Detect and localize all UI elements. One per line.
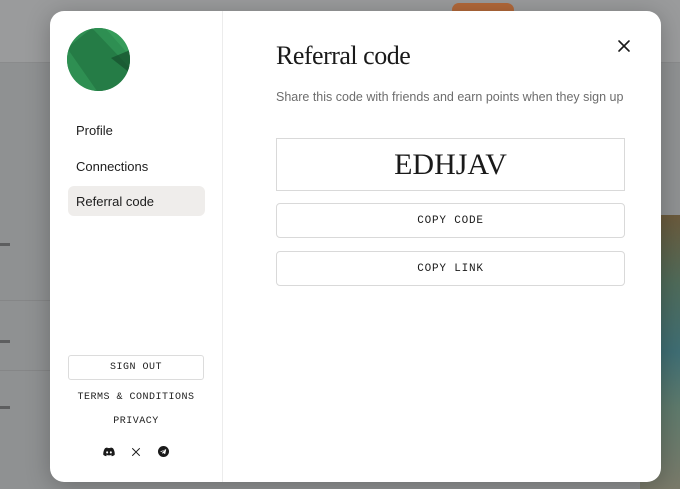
copy-code-button[interactable]: COPY CODE [276,203,625,238]
background-divider [0,370,50,371]
sidebar-item-label: Profile [76,122,113,138]
avatar [67,28,130,91]
background-text [0,340,10,343]
sidebar-item-referral-code[interactable]: Referral code [68,186,205,216]
page-title: Referral code [276,41,411,70]
telegram-icon[interactable] [157,445,170,458]
background-text [0,243,10,246]
page-subtitle: Share this code with friends and earn po… [276,90,624,104]
x-icon[interactable] [130,445,143,458]
privacy-link[interactable]: PRIVACY [50,416,222,427]
sign-out-button[interactable]: SIGN OUT [68,355,204,380]
terms-link[interactable]: TERMS & CONDITIONS [50,392,222,403]
discord-icon[interactable] [103,445,116,458]
copy-link-button[interactable]: COPY LINK [276,251,625,286]
sidebar-item-connections[interactable]: Connections [68,151,205,181]
close-icon[interactable] [616,38,632,54]
sidebar-item-label: Connections [76,158,149,174]
referral-modal: Profile Connections Referral code SIGN O… [50,11,661,482]
social-links [50,445,222,459]
referral-code-display: EDHJAV [276,138,625,191]
sidebar-item-profile[interactable]: Profile [68,115,205,145]
background-divider [0,300,50,301]
settings-sidebar: Profile Connections Referral code SIGN O… [50,11,223,482]
background-text [0,406,10,409]
sidebar-item-label: Referral code [76,193,155,209]
